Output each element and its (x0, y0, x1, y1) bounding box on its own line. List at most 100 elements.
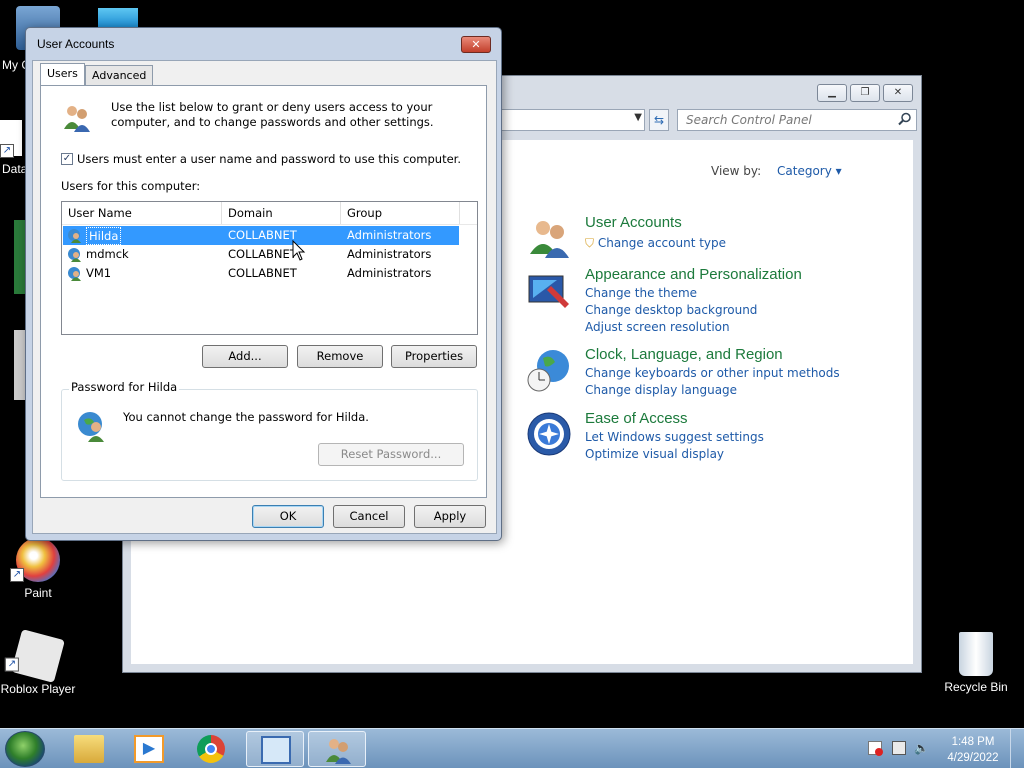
password-group-title: Password for Hilda (69, 380, 180, 394)
data-icon: ↗ (0, 120, 22, 158)
users-table[interactable]: User Name Domain Group Hilda COLLABNET A… (61, 201, 478, 335)
refresh-icon: ⇆ (653, 113, 665, 127)
properties-button[interactable]: Properties (391, 345, 477, 368)
shortcut-arrow-icon: ↗ (10, 568, 24, 582)
user-accounts-dialog[interactable]: User Accounts ✕ Users Advanced Use the l… (25, 27, 502, 541)
category-link[interactable]: Optimize visual display (585, 447, 724, 461)
search-icon[interactable] (898, 112, 912, 126)
clock-date: 4/29/2022 (947, 752, 999, 764)
chevron-down-icon[interactable]: ▼ (634, 112, 642, 123)
ease-of-access-icon (527, 412, 571, 456)
users-list-label: Users for this computer: (61, 179, 201, 193)
category-link[interactable]: Change the theme (585, 286, 697, 300)
user-name-cell: VM1 (86, 266, 112, 280)
folder-icon (74, 735, 104, 763)
category-link[interactable]: Change display language (585, 383, 737, 397)
close-button[interactable]: ✕ (461, 36, 491, 53)
dialog-body: Users Advanced Use the list below to gra… (32, 60, 497, 534)
desktop-folder-icon[interactable] (98, 8, 138, 28)
group-cell: Administrators (347, 266, 432, 280)
domain-cell: COLLABNET (228, 266, 297, 280)
volume-icon[interactable]: 🔈 (914, 741, 929, 755)
control-panel-icon (261, 736, 291, 764)
domain-cell: COLLABNET (228, 228, 297, 242)
maximize-button[interactable]: ❐ (850, 84, 880, 102)
table-row[interactable]: VM1 COLLABNET Administrators (63, 264, 459, 283)
desktop-icon-paint[interactable]: ↗ Paint (0, 538, 76, 600)
network-icon[interactable] (892, 741, 906, 755)
action-center-icon[interactable] (868, 741, 883, 756)
category-link[interactable]: ⛉ Change account type (585, 236, 726, 251)
domain-cell: COLLABNET (228, 247, 297, 261)
users-icon (326, 739, 351, 764)
header-divider (62, 224, 477, 225)
category-link[interactable]: Let Windows suggest settings (585, 430, 764, 444)
tab-users[interactable]: Users (40, 63, 85, 86)
cancel-button[interactable]: Cancel (333, 505, 405, 528)
mouse-cursor-icon (292, 240, 306, 261)
tab-advanced[interactable]: Advanced (85, 65, 154, 85)
table-row[interactable]: Hilda COLLABNET Administrators (63, 226, 459, 245)
users-tab-panel: Use the list below to grant or deny user… (40, 85, 487, 498)
user-icon (78, 412, 104, 442)
media-player-icon: ▶ (134, 735, 164, 763)
minimize-button[interactable]: ▁ (817, 84, 847, 102)
group-cell: Administrators (347, 247, 432, 261)
category-title[interactable]: User Accounts (585, 214, 682, 231)
search-placeholder: Search Control Panel (686, 113, 812, 127)
clock-time: 1:48 PM (951, 736, 995, 748)
view-by-label: View by: (711, 164, 762, 178)
desktop-icon-label: Data (2, 162, 28, 176)
globe-clock-icon (527, 350, 569, 392)
view-by-dropdown[interactable]: Category ▾ (777, 164, 842, 178)
recycle-bin-icon (959, 632, 993, 676)
require-password-row[interactable]: ✓ Users must enter a user name and passw… (61, 152, 461, 166)
column-header-domain[interactable]: Domain (222, 202, 341, 224)
add-user-button[interactable]: Add... (202, 345, 288, 368)
show-desktop-button[interactable] (1010, 729, 1024, 768)
user-accounts-icon (530, 221, 569, 258)
require-password-checkbox[interactable]: ✓ (61, 153, 73, 165)
start-button[interactable] (5, 731, 45, 767)
roblox-icon: ↗ (4, 629, 65, 683)
desktop-icon-label: Recycle Bin (944, 680, 1008, 694)
desktop-icon-recycle-bin[interactable]: Recycle Bin (936, 632, 1016, 694)
password-message: You cannot change the password for Hilda… (123, 410, 369, 424)
taskbar-chrome[interactable] (182, 731, 240, 767)
category-title[interactable]: Ease of Access (585, 410, 688, 427)
taskbar-media-player[interactable]: ▶ (120, 731, 178, 767)
users-icon (64, 106, 90, 132)
view-by: View by: Category ▾ (711, 164, 842, 178)
category-link[interactable]: Change keyboards or other input methods (585, 366, 840, 380)
taskbar-explorer[interactable] (60, 731, 118, 767)
paint-icon: ↗ (10, 538, 60, 582)
apply-button[interactable]: Apply (414, 505, 486, 528)
category-title[interactable]: Appearance and Personalization (585, 266, 802, 283)
user-icon (68, 267, 81, 281)
system-clock[interactable]: 1:48 PM 4/29/2022 (944, 734, 1002, 766)
taskbar-user-accounts[interactable] (308, 731, 366, 767)
ok-button[interactable]: OK (252, 505, 324, 528)
category-link[interactable]: Adjust screen resolution (585, 320, 730, 334)
category-title[interactable]: Clock, Language, and Region (585, 346, 783, 363)
taskbar-control-panel[interactable] (246, 731, 304, 767)
column-header-user-name[interactable]: User Name (62, 202, 222, 224)
remove-user-button[interactable]: Remove (297, 345, 383, 368)
reset-password-button[interactable]: Reset Password... (318, 443, 464, 466)
search-input[interactable]: Search Control Panel (677, 109, 917, 131)
user-icon (68, 229, 81, 243)
close-button[interactable]: ✕ (883, 84, 913, 102)
appearance-icon (528, 275, 569, 308)
desktop-icon-data[interactable]: ↗ Data (0, 120, 27, 176)
refresh-button[interactable]: ⇆ (649, 109, 669, 131)
table-row[interactable]: mdmck COLLABNET Administrators (63, 245, 459, 264)
desktop-icon-label: Paint (24, 586, 52, 600)
taskbar: ▶ 🔈 1:48 PM 4/29/2022 (0, 728, 1024, 768)
dialog-title: User Accounts (37, 37, 115, 51)
user-name-cell: Hilda (86, 227, 122, 245)
column-header-group[interactable]: Group (341, 202, 460, 224)
category-link[interactable]: Change desktop background (585, 303, 757, 317)
desktop-icon-roblox[interactable]: ↗ Roblox Player (0, 629, 76, 696)
shortcut-arrow-icon: ↗ (0, 144, 14, 158)
group-cell: Administrators (347, 228, 432, 242)
